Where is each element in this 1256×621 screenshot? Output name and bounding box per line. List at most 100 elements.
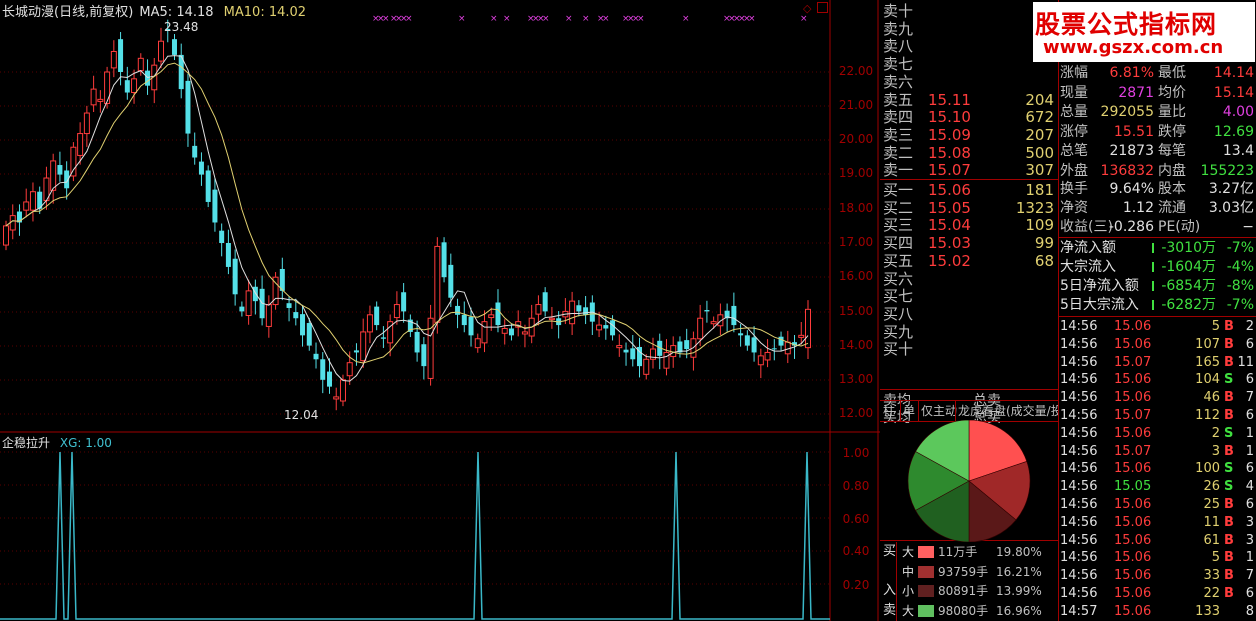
candle-body <box>104 71 111 104</box>
price-tick: 14.00 <box>838 338 874 352</box>
ask-row[interactable]: 卖三 15.09 207 <box>880 126 1058 145</box>
tick-volume: 165 <box>1195 354 1220 370</box>
quote-row: 收益(三) -0.286 PE(动) − <box>1058 218 1256 237</box>
bid-row[interactable]: 买十 <box>880 340 1058 359</box>
quote-row: 外盘 136832 内盘 155223 <box>1058 162 1256 181</box>
ask-volume: 307 <box>1025 161 1054 180</box>
bid-row[interactable]: 买五 15.02 68 <box>880 252 1058 271</box>
candle-body <box>393 304 400 319</box>
flow-label: 5日大宗流入 <box>1060 297 1139 313</box>
tick-row[interactable]: 14:56 15.06 22 B 6 <box>1058 585 1256 603</box>
bid-row[interactable]: 买八 <box>880 305 1058 324</box>
tick-row[interactable]: 14:56 15.06 33 B 7 <box>1058 567 1256 585</box>
bid-row[interactable]: 买九 <box>880 323 1058 342</box>
signal-marker: × <box>748 14 756 24</box>
ask-row[interactable]: 卖八 <box>880 37 1058 56</box>
low-price-label: 12.04 <box>284 408 319 422</box>
tick-volume: 133 <box>1195 603 1220 619</box>
tick-row[interactable]: 14:56 15.06 2 S 1 <box>1058 425 1256 443</box>
tick-row[interactable]: 14:56 15.06 11 B 3 <box>1058 514 1256 532</box>
tab-dragon-tiger[interactable]: 龙虎看盘(成交量/投 <box>958 402 1058 420</box>
tick-volume: 25 <box>1203 497 1220 512</box>
candle-body <box>548 317 555 321</box>
tick-side: B <box>1224 550 1234 566</box>
tick-time: 14:57 <box>1060 603 1098 619</box>
candle-body <box>225 243 231 267</box>
tick-time: 14:56 <box>1060 443 1098 459</box>
flow-pct: -7% <box>1226 240 1254 256</box>
distribution-pct: 13.99% <box>996 584 1042 598</box>
quote-label: 收益(三) <box>1060 219 1113 235</box>
quote-value: 15.51 <box>1113 123 1154 140</box>
tick-row[interactable]: 14:56 15.06 5 B 2 <box>1058 318 1256 336</box>
ask-row[interactable]: 卖七 <box>880 55 1058 74</box>
tick-row[interactable]: 14:56 15.06 5 B 1 <box>1058 549 1256 567</box>
signal-marker: × <box>458 14 466 24</box>
tick-volume: 26 <box>1203 479 1220 495</box>
tick-side: B <box>1224 390 1234 406</box>
candle-body <box>286 303 292 308</box>
candle-body <box>131 78 138 94</box>
candle-body <box>461 314 467 326</box>
candle-body <box>306 323 312 346</box>
tick-row[interactable]: 14:56 15.07 112 B 6 <box>1058 407 1256 425</box>
candle-body <box>488 314 495 319</box>
ask-row[interactable]: 卖一 15.07 307 <box>880 161 1058 180</box>
tick-time: 14:56 <box>1060 586 1098 601</box>
tab-single[interactable]: 单 <box>903 402 915 420</box>
tick-row[interactable]: 14:56 15.06 61 B 3 <box>1058 532 1256 550</box>
tick-row[interactable]: 14:56 15.06 100 S 6 <box>1058 460 1256 478</box>
high-price-label: 23.48 <box>164 20 199 34</box>
tick-row[interactable]: 14:57 15.06 133 8 <box>1058 603 1256 621</box>
tick-row[interactable]: 14:56 15.05 26 S 4 <box>1058 478 1256 496</box>
ask-row[interactable]: 卖二 15.08 500 <box>880 144 1058 163</box>
ask-row[interactable]: 卖六 <box>880 73 1058 92</box>
tick-row[interactable]: 14:56 15.06 46 B 7 <box>1058 389 1256 407</box>
ask-price: 15.09 <box>928 125 971 144</box>
price-tick: 13.00 <box>838 372 874 386</box>
ask-row[interactable]: 卖四 15.10 672 <box>880 108 1058 127</box>
candle-body <box>380 337 386 339</box>
quote-value: 13.4 <box>1222 143 1254 159</box>
maximize-icon[interactable] <box>817 2 828 13</box>
bid-row[interactable]: 买六 <box>880 270 1058 289</box>
stock-title: 长城动漫(日线,前复权) <box>2 5 134 20</box>
bid-row[interactable]: 买三 15.04 109 <box>880 216 1058 235</box>
distribution-size: 大 <box>902 545 915 559</box>
tick-row[interactable]: 14:56 15.07 165 B 11 <box>1058 354 1256 372</box>
candle-body <box>293 312 299 319</box>
tick-price: 15.06 <box>1114 586 1152 601</box>
ask-label: 卖五 <box>883 90 914 109</box>
tick-row[interactable]: 14:56 15.06 104 S 6 <box>1058 371 1256 389</box>
ask-row[interactable]: 卖十 <box>880 2 1058 21</box>
tick-count: 7 <box>1245 568 1254 584</box>
tab-bar-chart[interactable]: 柱 <box>883 402 895 420</box>
price-tick: 12.00 <box>838 406 874 420</box>
tick-row[interactable]: 14:56 15.06 25 B 6 <box>1058 496 1256 514</box>
ask-row[interactable]: 卖五 15.11 204 <box>880 91 1058 110</box>
candle-body <box>576 305 582 312</box>
bid-row[interactable]: 买七 <box>880 287 1058 306</box>
bid-label: 买四 <box>883 234 914 253</box>
tick-side: B <box>1224 568 1234 584</box>
price-tick: 22.00 <box>838 64 874 78</box>
candle-body <box>118 39 124 72</box>
tick-count: 3 <box>1245 514 1254 530</box>
tick-row[interactable]: 14:56 15.06 107 B 6 <box>1058 336 1256 354</box>
ma10-label: MA10: 14.02 <box>223 5 307 20</box>
tick-count: 6 <box>1245 372 1254 388</box>
diamond-icon[interactable]: ◇ <box>803 2 811 15</box>
candle-body <box>778 336 784 346</box>
tab-active-only[interactable]: 仅主动 <box>921 402 957 420</box>
bid-row[interactable]: 买二 15.05 1323 <box>880 199 1058 218</box>
tick-row[interactable]: 14:56 15.07 3 B 1 <box>1058 443 1256 461</box>
bid-row[interactable]: 买四 15.03 99 <box>880 234 1058 253</box>
kline-chart-area[interactable]: × × × × × × × × × × × × × × × × × × × × × × × × × × × × × × 长城动漫(日线,前… <box>0 0 880 621</box>
tick-time: 14:56 <box>1060 408 1098 423</box>
bid-row[interactable]: 买一 15.06 181 <box>880 181 1058 200</box>
ask-row[interactable]: 卖九 <box>880 20 1058 39</box>
signal-marker: × <box>637 14 645 24</box>
kline-chart[interactable]: ××× ×××× × × × ×××× × × ×× ×××× × ×××××× × <box>0 0 880 621</box>
candle-body <box>9 215 16 231</box>
candle-body <box>535 304 542 315</box>
